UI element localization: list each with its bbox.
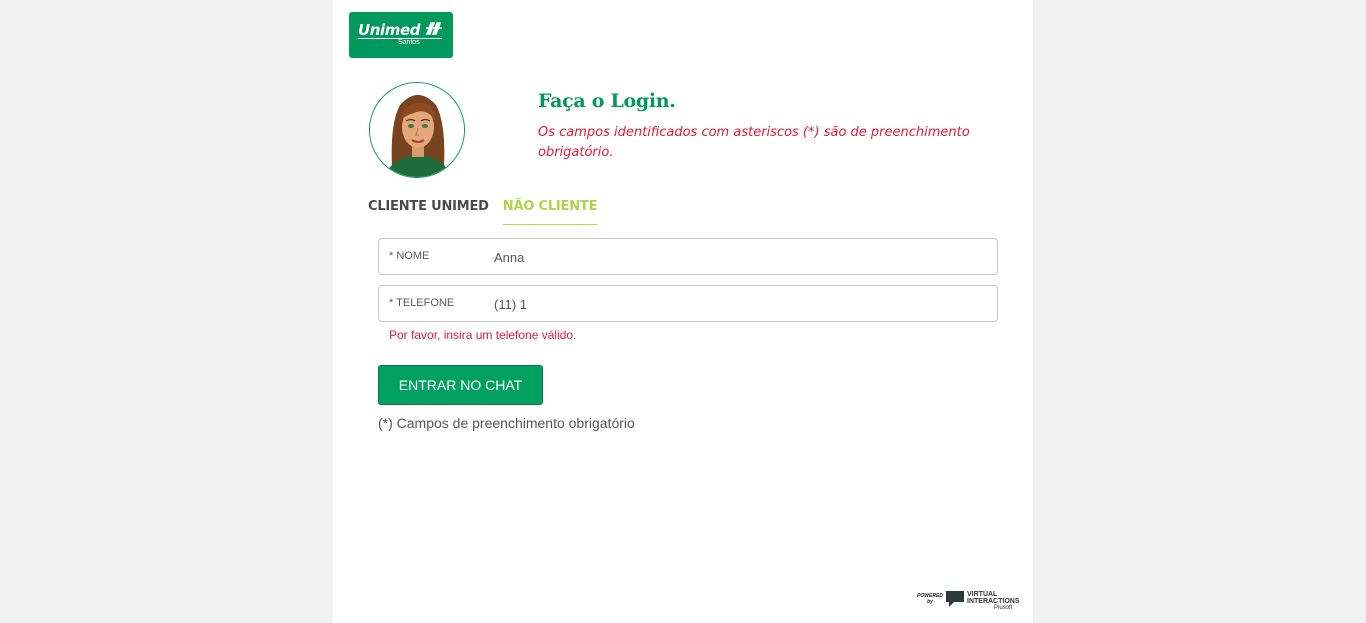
login-panel: Unimed Santos Faça o Login. Os campos id… bbox=[333, 0, 1033, 623]
powered-by-label: POWERED by bbox=[917, 593, 943, 605]
telefone-error-message: Por favor, insira um telefone válido. bbox=[389, 328, 577, 342]
telefone-field: * TELEFONE bbox=[378, 285, 998, 322]
virtual-interactions-icon bbox=[946, 591, 964, 607]
avatar bbox=[369, 82, 465, 178]
required-fields-notice: Os campos identificados com asteriscos (… bbox=[538, 125, 970, 160]
nome-label: * NOME bbox=[389, 250, 430, 262]
nome-field: * NOME bbox=[378, 238, 998, 275]
brand-line-2: INTERACTIONS bbox=[967, 598, 1020, 605]
logo-city: Santos bbox=[398, 39, 420, 46]
powered-by-badge: POWERED by VIRTUAL INTERACTIONS Plusoft bbox=[916, 590, 1021, 612]
logo-brand: Unimed bbox=[358, 21, 421, 39]
entrar-no-chat-button[interactable]: ENTRAR NO CHAT bbox=[378, 365, 543, 405]
brand-sub: Plusoft bbox=[994, 605, 1013, 611]
unimed-logo: Unimed Santos bbox=[349, 12, 453, 58]
avatar-icon bbox=[370, 83, 464, 177]
page-title: Faça o Login. bbox=[538, 90, 676, 112]
telefone-label: * TELEFONE bbox=[389, 297, 455, 309]
client-type-tabs: CLIENTE UNIMED NÃO CLIENTE bbox=[368, 199, 611, 225]
required-note: (*) Campos de preenchimento obrigatório bbox=[378, 415, 635, 431]
nome-input[interactable] bbox=[494, 247, 984, 267]
telefone-input[interactable] bbox=[494, 294, 984, 314]
tab-nao-cliente[interactable]: NÃO CLIENTE bbox=[502, 199, 597, 225]
brand-line-1: VIRTUAL bbox=[967, 591, 998, 598]
unimed-logo-icon bbox=[425, 22, 442, 35]
powered-brand: VIRTUAL INTERACTIONS bbox=[967, 591, 1020, 605]
tab-cliente-unimed[interactable]: CLIENTE UNIMED bbox=[368, 199, 489, 225]
